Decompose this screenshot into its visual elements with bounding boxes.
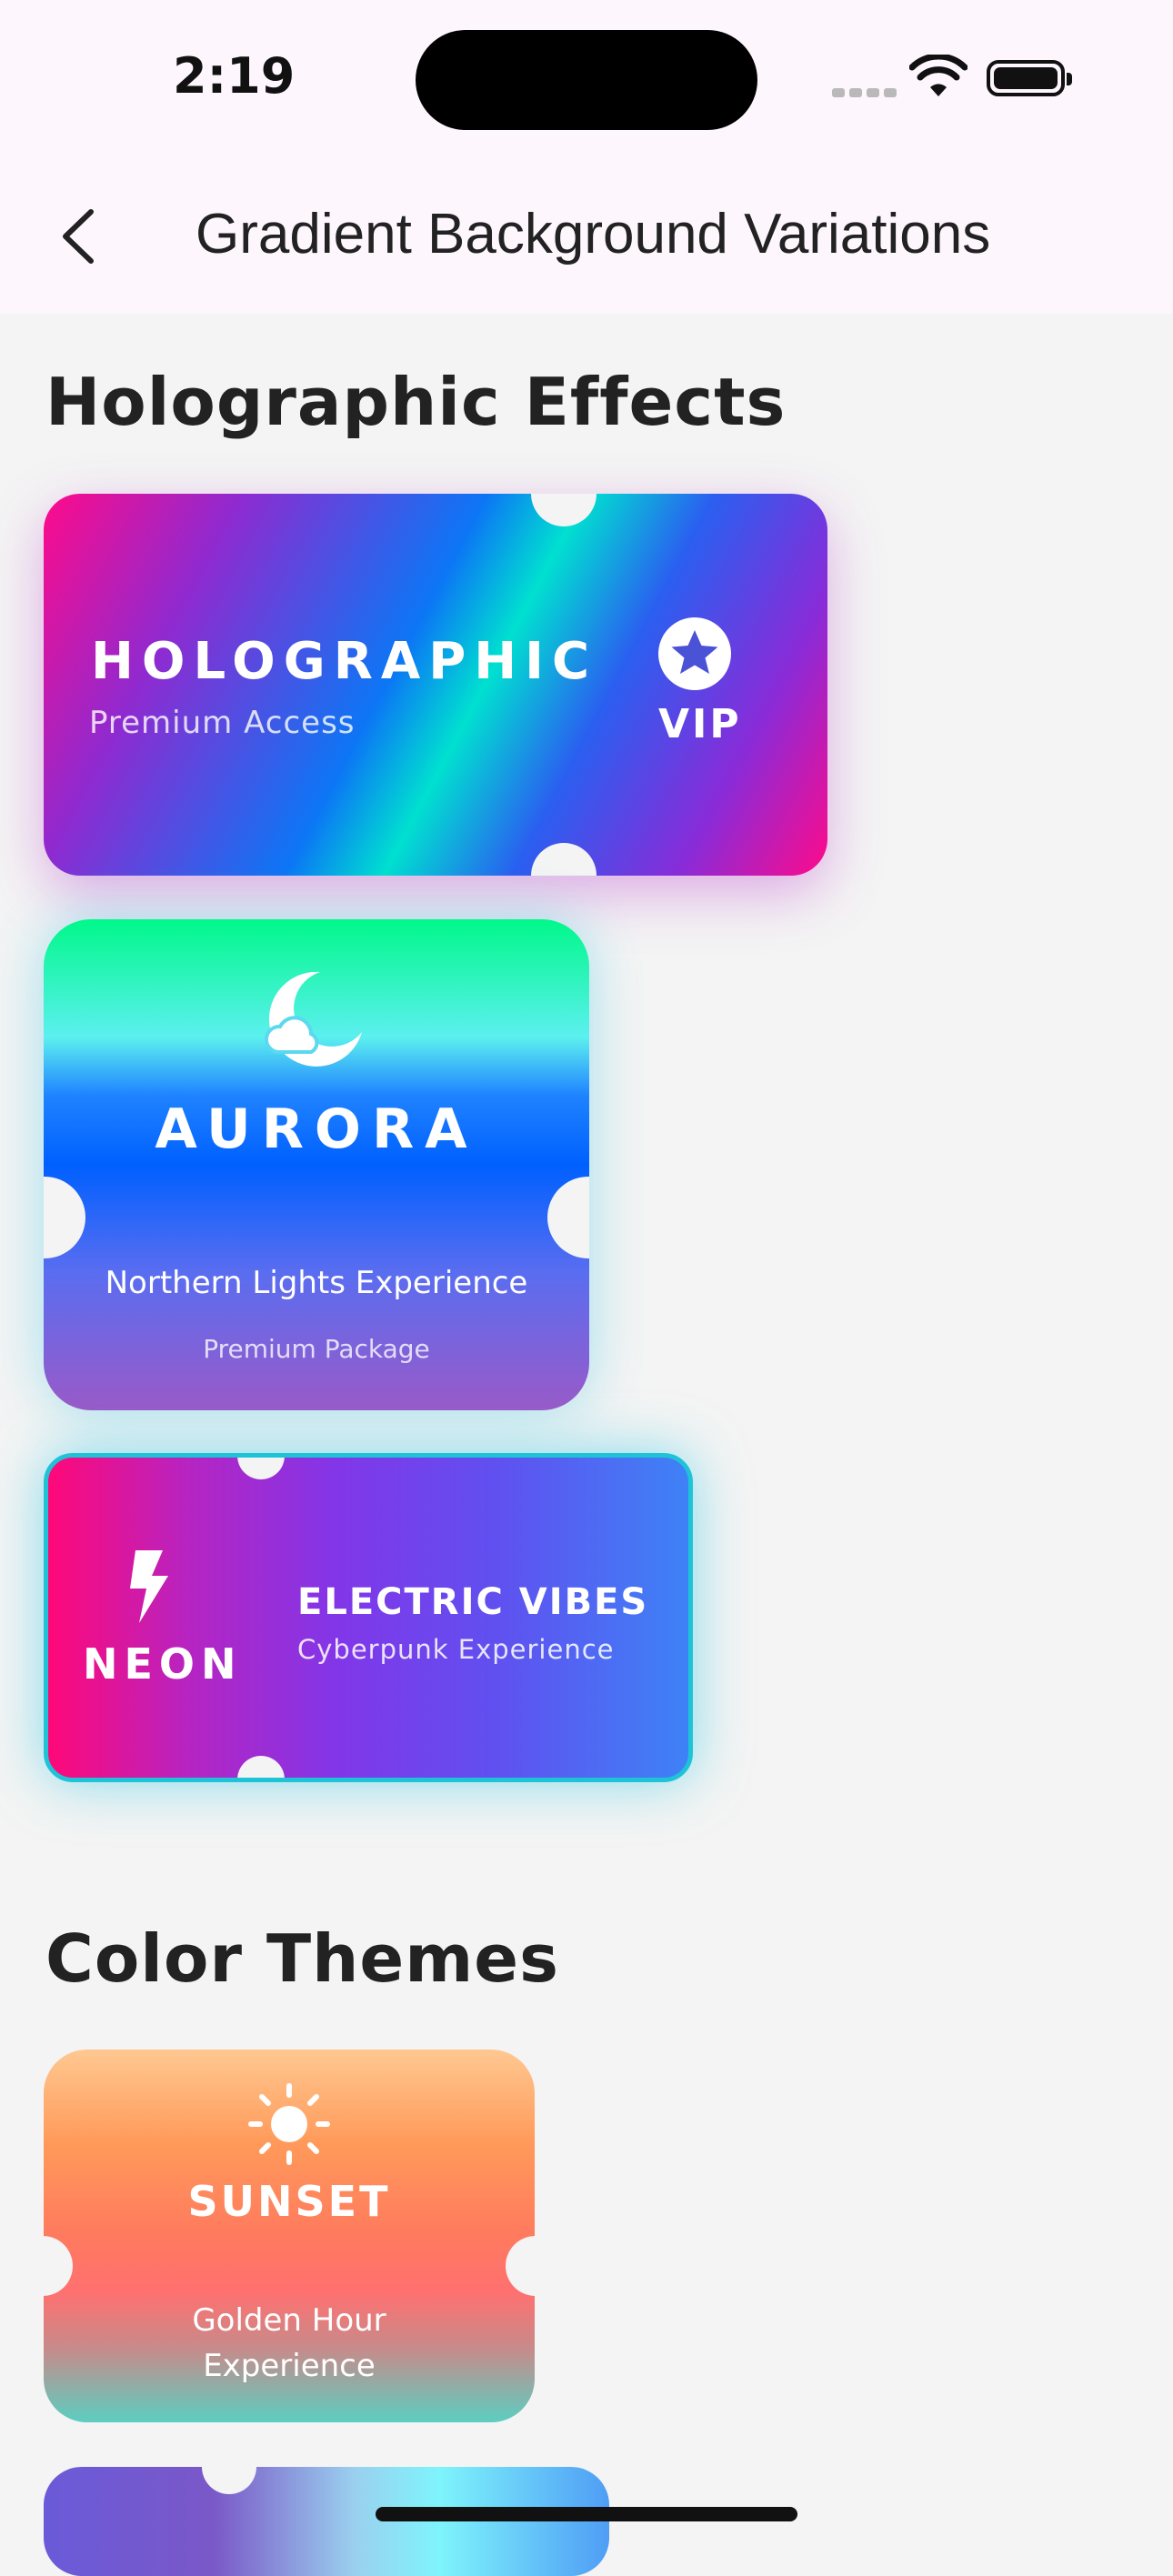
ticket-notch-bottom — [531, 843, 597, 876]
sunset-title: SUNSET — [187, 2177, 391, 2226]
section-title-holographic: Holographic Effects — [45, 364, 787, 440]
holographic-subtitle: Premium Access — [89, 705, 356, 741]
sunset-ticket-card[interactable]: SUNSET Golden Hour Experience — [44, 2050, 535, 2422]
ticket-notch-top — [531, 494, 597, 526]
navigation-bar: Gradient Background Variations — [0, 155, 1173, 314]
section-title-color-themes: Color Themes — [45, 1920, 559, 1997]
moon-cloud-icon — [264, 971, 362, 1067]
home-indicator — [376, 2507, 797, 2521]
sunset-subtitle-line2: Experience — [203, 2348, 376, 2384]
sunset-subtitle-line1: Golden Hour — [192, 2302, 386, 2339]
ticket-notch-top — [202, 2467, 256, 2494]
holographic-ticket-card[interactable]: HOLOGRAPHIC Premium Access VIP — [44, 494, 827, 876]
holographic-title: HOLOGRAPHIC — [91, 632, 598, 691]
battery-icon — [987, 60, 1072, 96]
ticket-notch-left — [44, 1177, 85, 1258]
page-title: Gradient Background Variations — [196, 203, 991, 266]
neon-label: NEON — [83, 1639, 243, 1689]
neon-subtitle: Cyberpunk Experience — [297, 1634, 615, 1665]
lightning-icon — [130, 1550, 168, 1623]
status-time: 2:19 — [173, 47, 296, 105]
ticket-notch-top — [237, 1458, 285, 1479]
neon-ticket-card[interactable]: NEON ELECTRIC VIBES Cyberpunk Experience — [44, 1453, 693, 1782]
ticket-notch-right — [547, 1177, 589, 1258]
ticket-notch-right — [506, 2236, 535, 2296]
chevron-left-icon[interactable] — [53, 205, 107, 268]
status-bar: 2:19 — [0, 0, 1173, 155]
aurora-detail: Premium Package — [203, 1334, 430, 1364]
cellular-signal-icon — [832, 84, 901, 101]
wifi-icon — [909, 55, 967, 96]
star-icon — [658, 617, 731, 690]
neon-title: ELECTRIC VIBES — [297, 1581, 649, 1623]
aurora-title: AURORA — [155, 1098, 478, 1161]
partial-ticket-card[interactable] — [44, 2467, 609, 2576]
sun-icon — [248, 2083, 330, 2165]
ticket-notch-bottom — [237, 1756, 285, 1778]
aurora-ticket-card[interactable]: AURORA Northern Lights Experience Premiu… — [44, 919, 589, 1410]
ticket-notch-left — [44, 2236, 73, 2296]
aurora-subtitle: Northern Lights Experience — [105, 1265, 528, 1301]
dynamic-island — [416, 30, 757, 130]
vip-badge: VIP — [658, 701, 742, 747]
